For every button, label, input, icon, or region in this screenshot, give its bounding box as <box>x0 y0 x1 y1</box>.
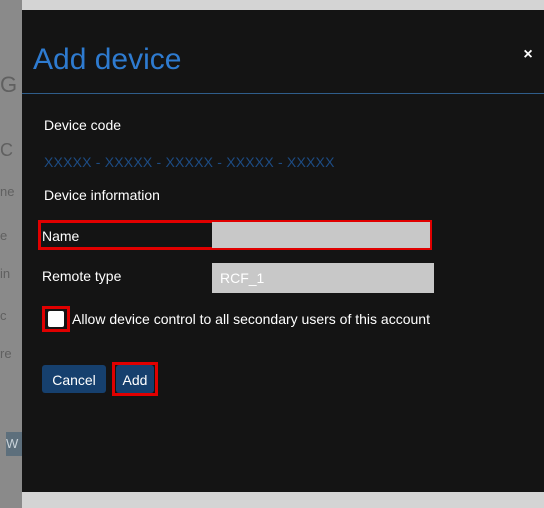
background-text: C <box>0 140 13 160</box>
remote-type-input[interactable] <box>212 263 434 293</box>
background-block: W <box>6 432 22 456</box>
dialog-title: Add device <box>33 43 182 76</box>
allow-secondary-users-checkbox-highlight <box>42 306 70 332</box>
background-text: G <box>0 72 18 97</box>
background-text: e <box>0 228 8 243</box>
add-button[interactable]: Add <box>116 365 154 393</box>
close-button[interactable]: × <box>520 46 536 64</box>
cancel-button[interactable]: Cancel <box>42 365 106 393</box>
background-text: in <box>0 266 11 281</box>
title-divider <box>22 93 544 94</box>
allow-secondary-users-label: Allow device control to all secondary us… <box>72 311 430 327</box>
name-label: Name <box>42 228 80 244</box>
device-code-label: Device code <box>44 117 122 133</box>
background-text: re <box>0 346 12 361</box>
device-information-label: Device information <box>44 187 160 203</box>
device-code-value: XXXXX - XXXXX - XXXXX - XXXXX - XXXXX <box>44 154 335 170</box>
close-icon: × <box>523 46 533 63</box>
background-text: c <box>0 308 7 323</box>
add-device-dialog: Add device × Device code XXXXX - XXXXX -… <box>22 10 544 492</box>
background-text: ne <box>0 184 15 199</box>
allow-secondary-users-checkbox[interactable] <box>48 311 64 327</box>
name-input[interactable] <box>212 222 430 248</box>
remote-type-label: Remote type <box>42 268 122 284</box>
